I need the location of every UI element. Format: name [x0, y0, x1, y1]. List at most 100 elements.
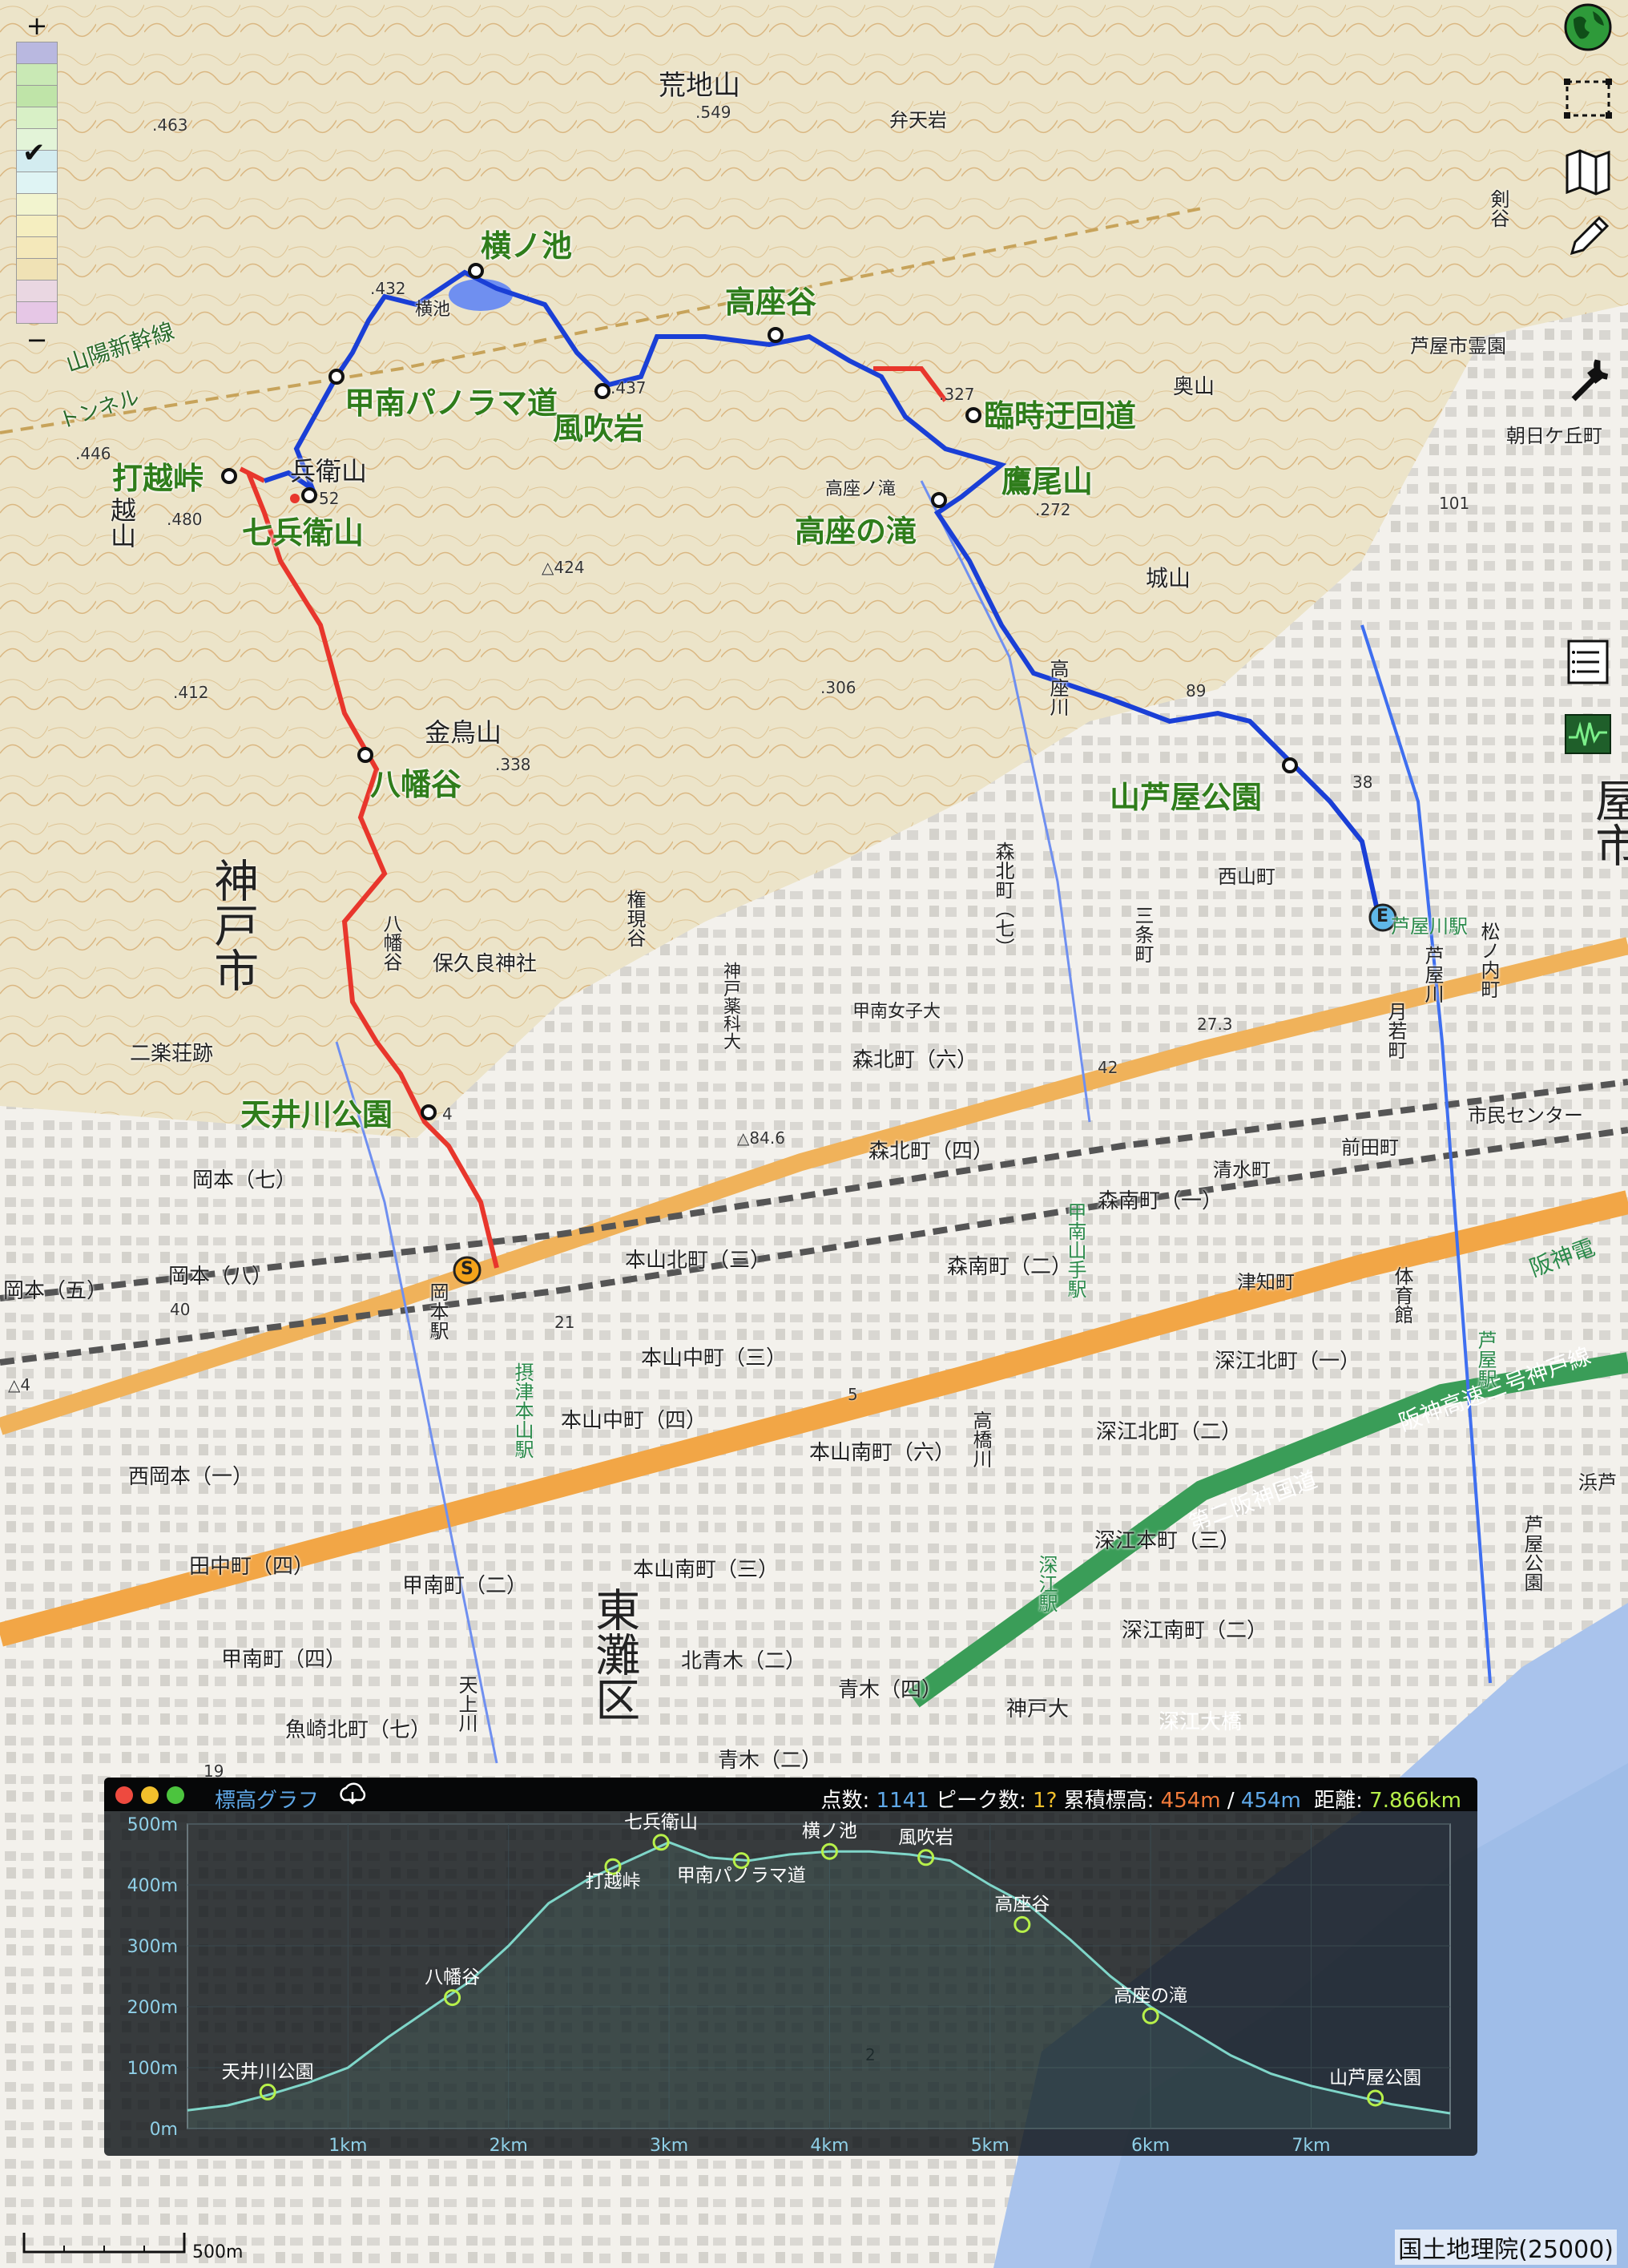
legend-swatch: [16, 172, 58, 194]
waypoint-marker-label: 風吹岩: [898, 1827, 953, 1848]
place-label: 青木（四）: [838, 1678, 943, 1702]
place-label: 荒地山: [659, 70, 740, 102]
elevation-chart[interactable]: 0m 100m 200m 300m 400m 500m 1km 2km 3km 4km 5km 6km…: [104, 1811, 1477, 2156]
place-label: 津知町: [1237, 1271, 1295, 1293]
place-label: 神戸市: [206, 858, 259, 992]
station-label: 深江駅: [1035, 1555, 1058, 1612]
place-label: 本山南町（六）: [809, 1441, 956, 1465]
place-label: 二楽荘跡: [130, 1042, 214, 1066]
waypoint-marker-label: 甲南パノラマ道: [677, 1866, 806, 1887]
river-label: 高橋川: [969, 1410, 992, 1468]
y-tick-label: 100m: [127, 2059, 178, 2079]
place-label: 深江南町（二）: [1122, 1619, 1268, 1643]
spot-height: .432: [370, 279, 406, 298]
place-label: 八幡谷: [380, 914, 402, 971]
place-label: 岡本（五）: [3, 1279, 108, 1303]
start-letter: S: [461, 1259, 473, 1279]
river-label: 高座川: [1046, 659, 1069, 716]
points-label: 点数:: [820, 1789, 870, 1813]
elevation-panel-header[interactable]: 標高グラフ 点数: 1141 ピーク数: 1? 累積標高: 454m / 454…: [104, 1778, 1477, 1813]
spot-height: 101: [1439, 494, 1470, 513]
waypoint-label[interactable]: 甲南パノラマ道: [345, 388, 558, 418]
spot-height: .437: [610, 378, 647, 398]
x-tick-label: 6km: [1131, 2136, 1170, 2156]
waypoint-label[interactable]: 打越峠: [112, 463, 204, 494]
wrench-icon[interactable]: [1557, 353, 1618, 407]
place-label: 奥山: [1173, 375, 1215, 399]
spot-height: .549: [695, 103, 731, 122]
spot-height: 5: [848, 1385, 858, 1404]
place-label: 兵衛山: [290, 456, 368, 486]
elevation-graph-panel[interactable]: 標高グラフ 点数: 1141 ピーク数: 1? 累積標高: 454m / 454…: [104, 1778, 1477, 2156]
waypoint-marker-label: 八幡谷: [425, 1967, 480, 1988]
waypoint-label[interactable]: 風吹岩: [553, 414, 644, 444]
place-label: 北青木（二）: [681, 1649, 807, 1673]
place-label: 甲南町（四）: [221, 1648, 347, 1672]
elevation-graph-icon[interactable]: [1557, 707, 1618, 761]
legend-swatch: [16, 216, 58, 237]
spot-height: .446: [75, 444, 111, 463]
distance-value: 7.866km: [1369, 1789, 1461, 1813]
y-tick-label: 0m: [150, 2120, 178, 2140]
place-label: 西山町: [1218, 866, 1275, 888]
maximize-dot-icon[interactable]: [167, 1786, 184, 1804]
spot-height: 40: [170, 1300, 191, 1319]
place-label: 朝日ケ丘町: [1506, 425, 1602, 447]
place-label: 三条町: [1131, 906, 1154, 963]
spot-height: △4: [8, 1375, 31, 1394]
spot-height: .306: [820, 678, 856, 697]
zoom-in-button[interactable]: +: [16, 10, 58, 42]
place-label: 深江本町（三）: [1094, 1529, 1241, 1553]
place-label: 保久良神社: [433, 952, 538, 976]
place-label: 深江北町（二）: [1096, 1420, 1243, 1444]
spot-height: .412: [173, 683, 209, 702]
scale-label: 500m: [192, 2242, 244, 2262]
waypoint-label[interactable]: 高座谷: [725, 287, 816, 317]
waypoint-label[interactable]: 臨時迂回道: [984, 401, 1136, 431]
map-icon[interactable]: [1557, 144, 1618, 199]
minimize-dot-icon[interactable]: [141, 1786, 159, 1804]
spot-height: 89: [1186, 681, 1207, 700]
spot-height: △84.6: [737, 1128, 785, 1148]
waypoint-label[interactable]: 七兵衛山: [242, 518, 364, 548]
legend-swatch: [16, 237, 58, 259]
close-dot-icon[interactable]: [115, 1786, 133, 1804]
place-label: 森北町（六）: [852, 1048, 978, 1072]
x-tick-label: 5km: [971, 2136, 1009, 2156]
waypoint-label[interactable]: 山芦屋公園: [1110, 782, 1262, 813]
x-tick-label: 3km: [650, 2136, 688, 2156]
place-label: 金鳥山: [425, 717, 502, 748]
points-value: 1141: [876, 1789, 929, 1813]
waypoint-marker-label: 天井川公園: [222, 2061, 314, 2082]
pencil-icon[interactable]: [1557, 210, 1618, 264]
place-label: 本山中町（四）: [561, 1409, 707, 1433]
waypoint-label[interactable]: 天井川公園: [240, 1100, 393, 1130]
spot-height: △424: [542, 558, 585, 577]
spot-height: 19: [204, 1762, 224, 1781]
spot-height: 52: [319, 489, 340, 508]
waypoint-label[interactable]: 八幡谷: [370, 769, 461, 800]
place-label: 田中町（四）: [189, 1555, 315, 1579]
peaks-value: 1?: [1033, 1789, 1058, 1813]
legend-swatch: [16, 194, 58, 216]
zoom-out-button[interactable]: −: [16, 324, 58, 356]
spot-height: 38: [1352, 773, 1373, 792]
distance-label: 距離:: [1314, 1789, 1363, 1813]
cloud-download-icon[interactable]: [336, 1781, 369, 1810]
waypoint-label[interactable]: 高座の滝: [795, 516, 917, 547]
color-legend[interactable]: ✔: [16, 42, 58, 324]
station-label: 岡本駅: [426, 1282, 449, 1340]
list-icon[interactable]: [1557, 635, 1618, 689]
place-label: 本山南町（三）: [633, 1558, 780, 1582]
place-label: 屋市: [1587, 777, 1628, 867]
station-label: 芦屋川駅: [1391, 915, 1468, 938]
waypoint-label[interactable]: 鷹尾山: [1001, 466, 1093, 497]
globe-icon[interactable]: [1557, 0, 1618, 54]
waypoint-marker-label: 横ノ池: [802, 1821, 857, 1842]
y-tick-label: 200m: [127, 1998, 178, 2018]
waypoint-label[interactable]: 横ノ池: [481, 231, 572, 261]
river-label: 芦屋川: [1421, 946, 1444, 1003]
select-area-icon[interactable]: [1557, 72, 1618, 127]
river-label: 天上川: [455, 1675, 478, 1733]
station-label: 甲南山手駅: [1064, 1202, 1086, 1298]
